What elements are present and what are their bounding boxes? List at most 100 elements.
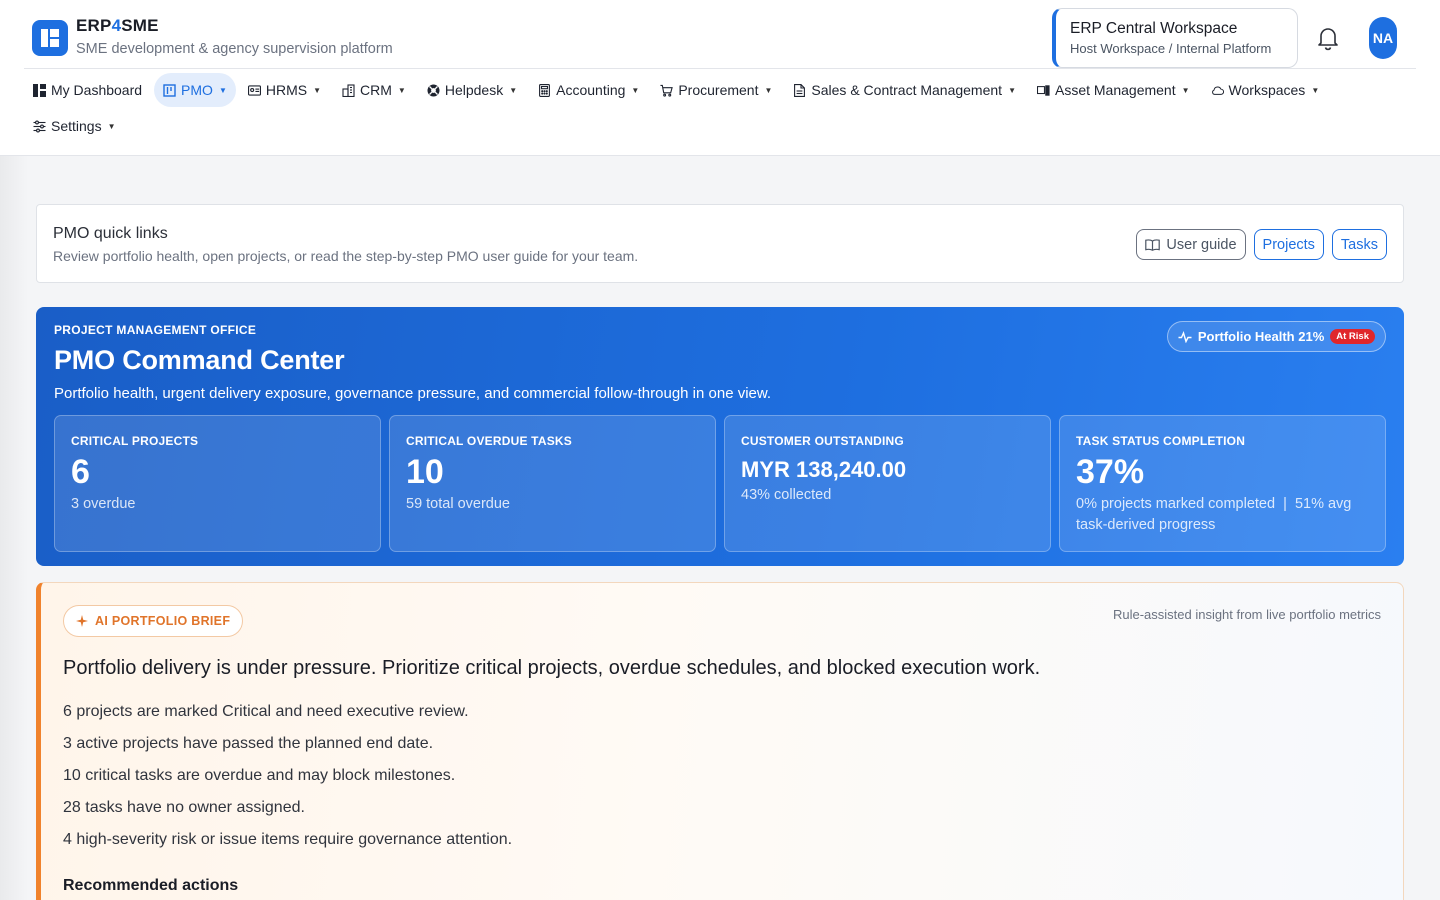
nav-row-secondary: Settings ▼ [24,108,1424,144]
workspace-switcher[interactable]: ERP Central Workspace Host Workspace / I… [1052,8,1298,68]
lifebuoy-icon [427,84,440,97]
recommended-actions-heading: Recommended actions [63,877,239,894]
nav-label: Accounting [556,82,626,98]
kpi-subtext: 43% collected [741,487,832,503]
ai-brief-tag-label: AI PORTFOLIO BRIEF [95,614,231,628]
ai-brief-headline: Portfolio delivery is under pressure. Pr… [63,657,1041,679]
nav-item-asset-management[interactable]: Asset Management ▼ [1028,73,1199,107]
command-center-title: PMO Command Center [54,345,345,375]
chevron-down-icon: ▼ [1008,85,1016,95]
page-edge-shade [0,156,28,900]
ai-portfolio-brief: AI PORTFOLIO BRIEF Rule-assisted insight… [36,582,1404,900]
user-guide-button[interactable]: User guide [1136,229,1246,260]
list-item: 10 critical tasks are overdue and may bl… [63,767,456,784]
ai-brief-points: 6 projects are marked Critical and need … [63,701,512,861]
ai-brief-note: Rule-assisted insight from live portfoli… [1112,607,1381,622]
kpi-value: 37% [1076,453,1145,491]
kpi-card-customer-outstanding[interactable]: CUSTOMER OUTSTANDING MYR 138,240.00 43% … [724,415,1051,552]
chevron-down-icon: ▼ [218,85,227,95]
sliders-icon [33,120,46,133]
kpi-subtext: 59 total overdue [406,496,510,512]
projects-button[interactable]: Projects [1253,229,1324,260]
nav-label: Asset Management [1054,82,1176,98]
list-item: 3 active projects have passed the planne… [63,735,434,752]
chevron-down-icon: ▼ [509,85,518,95]
tasks-button[interactable]: Tasks [1331,229,1387,260]
cart-icon [660,84,674,97]
nav-item-accounting[interactable]: Accounting ▼ [529,73,648,107]
calculator-icon [538,83,551,97]
building-icon [342,83,355,97]
nav-label: PMO [181,82,213,98]
book-icon [1145,238,1161,251]
brand[interactable]: ERP4SME SME development & agency supervi… [32,16,393,57]
ai-brief-tag: AI PORTFOLIO BRIEF [63,605,244,637]
top-header: ERP4SME SME development & agency supervi… [0,0,1440,156]
kpi-value: 6 [71,453,90,491]
kpi-subtext: 3 overdue [71,496,136,512]
brand-subtitle: SME development & agency supervision pla… [76,41,393,57]
nav-label: HRMS [265,82,308,98]
nav-item-settings[interactable]: Settings ▼ [24,109,125,143]
nav-item-hrms[interactable]: HRMS ▼ [239,73,330,107]
kpi-label: CRITICAL OVERDUE TASKS [406,434,572,448]
command-center-description: Portfolio health, urgent delivery exposu… [54,385,772,402]
user-avatar[interactable]: NA [1369,17,1397,59]
quick-links-title: PMO quick links [53,225,168,242]
quick-links-actions: User guide Projects Tasks [1128,229,1387,260]
command-center-kicker: PROJECT MANAGEMENT OFFICE [54,323,257,337]
kpi-label: CRITICAL PROJECTS [71,434,199,448]
nav-item-procurement[interactable]: Procurement ▼ [651,73,781,107]
chevron-down-icon: ▼ [107,121,116,131]
devices-icon [1036,84,1050,97]
nav-item-my-dashboard[interactable]: My Dashboard [24,73,151,107]
pmo-quick-links: PMO quick links Review portfolio health,… [36,204,1404,283]
list-item: 4 high-severity risk or issue items requ… [63,831,513,848]
kpi-card-task-status-completion[interactable]: TASK STATUS COMPLETION 37% 0% projects m… [1059,415,1386,552]
nav-item-crm[interactable]: CRM ▼ [333,73,415,107]
list-item: 6 projects are marked Critical and need … [63,703,469,720]
nav-label: Procurement [678,82,759,98]
kpi-value: 10 [406,453,444,491]
brand-name: ERP4SME [76,16,159,35]
notifications-bell-icon[interactable] [1316,25,1340,51]
pulse-icon [1178,330,1192,343]
list-item: 28 tasks have no owner assigned. [63,799,305,816]
nav-row-primary: My Dashboard PMO ▼ HRMS ▼ CRM ▼ Helpdesk… [24,72,1424,108]
header-divider [24,68,1416,69]
cloud-icon [1211,84,1224,97]
kpi-card-critical-overdue-tasks[interactable]: CRITICAL OVERDUE TASKS 10 59 total overd… [389,415,716,552]
kpi-subtext: 0% projects marked completed | 51% avg t… [1076,496,1356,533]
nav-item-workspaces[interactable]: Workspaces ▼ [1202,73,1329,107]
chevron-down-icon: ▼ [631,85,640,95]
nav-label: Workspaces [1228,82,1306,98]
nav-item-pmo[interactable]: PMO ▼ [154,73,236,107]
nav-label: Helpdesk [444,82,504,98]
dashboard-icon [33,83,46,97]
pmo-icon [163,83,176,97]
nav-label: Settings [51,118,102,134]
at-risk-badge: At Risk [1330,329,1375,344]
kpi-card-critical-projects[interactable]: CRITICAL PROJECTS 6 3 overdue [54,415,381,552]
quick-links-description: Review portfolio health, open projects, … [53,248,639,264]
kpi-label: TASK STATUS COMPLETION [1076,434,1246,448]
nav-item-sales-contract[interactable]: Sales & Contract Management ▼ [784,73,1025,107]
id-card-icon [247,84,261,97]
kpi-label: CUSTOMER OUTSTANDING [741,434,904,448]
nav-label: CRM [360,82,392,98]
workspace-title: ERP Central Workspace [1070,20,1238,37]
nav-item-helpdesk[interactable]: Helpdesk ▼ [418,73,526,107]
chevron-down-icon: ▼ [313,85,322,95]
brand-logo-icon [32,20,68,56]
nav-label: Sales & Contract Management [811,82,1003,98]
pmo-command-center: PROJECT MANAGEMENT OFFICE PMO Command Ce… [36,307,1404,566]
kpi-value: MYR 138,240.00 [741,457,907,482]
main-nav: My Dashboard PMO ▼ HRMS ▼ CRM ▼ Helpdesk… [24,72,1424,144]
nav-label: My Dashboard [51,82,143,98]
chevron-down-icon: ▼ [764,85,773,95]
portfolio-health-pill[interactable]: Portfolio Health 21% At Risk [1166,321,1386,352]
user-guide-label: User guide [1166,236,1237,253]
sparkle-icon [76,615,88,627]
chevron-down-icon: ▼ [397,85,406,95]
document-icon [793,83,806,97]
